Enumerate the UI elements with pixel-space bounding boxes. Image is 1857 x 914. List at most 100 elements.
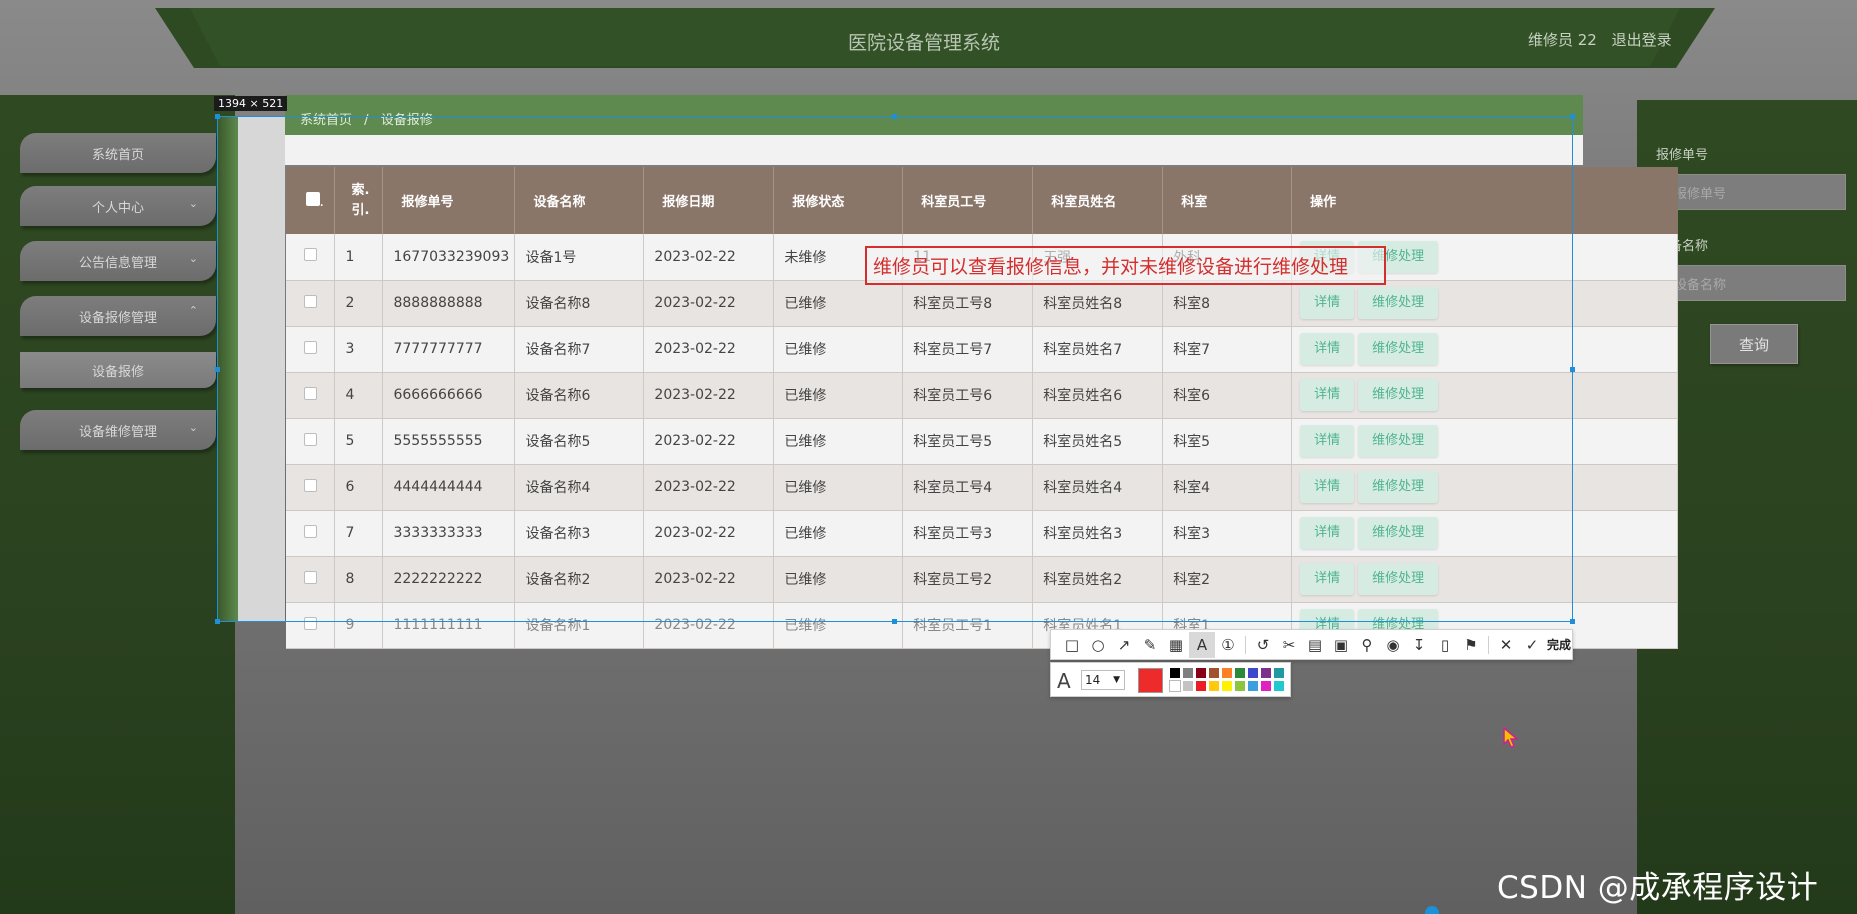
logout-link[interactable]: 退出登录 bbox=[1612, 31, 1672, 49]
resize-handle[interactable] bbox=[215, 114, 220, 119]
current-color-swatch[interactable] bbox=[1138, 668, 1163, 693]
detail-button[interactable]: 详情 bbox=[1300, 517, 1355, 549]
color-swatch[interactable] bbox=[1221, 680, 1233, 692]
sidebar-item-home[interactable]: 系统首页 bbox=[20, 133, 216, 173]
row-checkbox[interactable] bbox=[304, 248, 317, 262]
color-swatch[interactable] bbox=[1182, 680, 1194, 692]
close-icon[interactable]: ✕ bbox=[1493, 632, 1519, 658]
cell-select bbox=[286, 602, 336, 649]
cell-repair-date: 2023-02-22 bbox=[643, 234, 775, 281]
color-swatch[interactable] bbox=[1247, 680, 1259, 692]
select-all-header[interactable]: . bbox=[286, 167, 336, 234]
color-swatch[interactable] bbox=[1195, 680, 1207, 692]
resize-handle[interactable] bbox=[1570, 114, 1575, 119]
cell-staff-name: 科室员姓名5 bbox=[1032, 418, 1164, 465]
resize-handle[interactable] bbox=[892, 114, 897, 119]
row-checkbox[interactable] bbox=[304, 616, 317, 630]
sidebar-item-device-repair[interactable]: 设备报修 bbox=[20, 352, 216, 388]
resize-handle[interactable] bbox=[215, 367, 220, 372]
breadcrumb-home[interactable]: 系统首页 bbox=[300, 113, 352, 128]
record-icon[interactable]: ◉ bbox=[1380, 632, 1406, 658]
color-swatch[interactable] bbox=[1208, 667, 1220, 679]
sidebar-item-label: 个人中心 bbox=[91, 200, 144, 216]
repair-process-button[interactable]: 维修处理 bbox=[1358, 471, 1439, 503]
color-swatch[interactable] bbox=[1169, 667, 1181, 679]
detail-button[interactable]: 详情 bbox=[1300, 379, 1355, 411]
sidebar-item-maintenance-management[interactable]: 设备维修管理 ⌄ bbox=[20, 410, 216, 450]
detail-button[interactable]: 详情 bbox=[1300, 333, 1355, 365]
sidebar-item-repair-management[interactable]: 设备报修管理 ⌃ bbox=[20, 296, 216, 336]
mosaic-tool-icon[interactable]: ▦ bbox=[1163, 632, 1189, 658]
cell-index: 7 bbox=[334, 510, 384, 557]
font-size-select[interactable]: 14 ▼ bbox=[1081, 670, 1125, 690]
arrow-tool-icon[interactable]: ↗ bbox=[1111, 632, 1137, 658]
row-checkbox[interactable] bbox=[304, 432, 317, 446]
pen-tool-icon[interactable]: ✎ bbox=[1137, 632, 1163, 658]
text-tool-icon[interactable]: A bbox=[1189, 631, 1215, 658]
device-name-input[interactable]: 设备名称 bbox=[1659, 265, 1846, 301]
number-marker-icon[interactable]: ① bbox=[1215, 632, 1241, 658]
cell-staff-name: 科室员姓名7 bbox=[1032, 326, 1164, 373]
cut-icon[interactable]: ✂ bbox=[1276, 632, 1302, 658]
sidebar-item-personal-center[interactable]: 个人中心 ⌄ bbox=[20, 186, 216, 226]
resize-handle[interactable] bbox=[892, 619, 897, 624]
color-swatch[interactable] bbox=[1260, 680, 1272, 692]
bookmark-icon[interactable]: ⚑ bbox=[1458, 632, 1484, 658]
user-info: 维修员 22 退出登录 bbox=[1528, 29, 1682, 50]
query-button[interactable]: 查询 bbox=[1710, 324, 1798, 364]
repair-no-input[interactable]: 报修单号 bbox=[1659, 174, 1846, 210]
column-header-staff-id: 科室员工号 bbox=[902, 167, 1034, 234]
color-swatch[interactable] bbox=[1234, 680, 1246, 692]
cell-repair-date: 2023-02-22 bbox=[643, 510, 775, 557]
resize-handle[interactable] bbox=[1570, 367, 1575, 372]
phone-icon[interactable]: ▯ bbox=[1432, 632, 1458, 658]
color-swatch[interactable] bbox=[1273, 680, 1285, 692]
row-checkbox[interactable] bbox=[304, 478, 317, 492]
row-checkbox[interactable] bbox=[304, 570, 317, 584]
detail-button[interactable]: 详情 bbox=[1300, 425, 1355, 457]
color-swatch[interactable] bbox=[1234, 667, 1246, 679]
color-swatch[interactable] bbox=[1195, 667, 1207, 679]
repair-process-button[interactable]: 维修处理 bbox=[1358, 563, 1439, 595]
rectangle-tool-icon[interactable]: □ bbox=[1059, 632, 1085, 658]
color-swatch[interactable] bbox=[1221, 667, 1233, 679]
ocr-icon[interactable]: ▤ bbox=[1302, 632, 1328, 658]
done-button[interactable]: 完成 bbox=[1547, 636, 1571, 653]
cell-staff-id: 科室员工号7 bbox=[902, 326, 1034, 373]
color-swatch[interactable] bbox=[1182, 667, 1194, 679]
cell-select bbox=[286, 280, 336, 327]
color-swatch[interactable] bbox=[1260, 667, 1272, 679]
color-swatch[interactable] bbox=[1169, 680, 1181, 692]
color-swatch[interactable] bbox=[1208, 680, 1220, 692]
repair-process-button[interactable]: 维修处理 bbox=[1358, 379, 1439, 411]
resize-handle[interactable] bbox=[1570, 619, 1575, 624]
row-checkbox[interactable] bbox=[304, 340, 317, 354]
cell-repair-status: 已维修 bbox=[773, 372, 904, 419]
download-icon[interactable]: ↧ bbox=[1406, 632, 1432, 658]
color-swatch[interactable] bbox=[1273, 667, 1285, 679]
row-checkbox[interactable] bbox=[304, 294, 317, 308]
repair-process-button[interactable]: 维修处理 bbox=[1358, 333, 1439, 365]
sidebar-item-notice-management[interactable]: 公告信息管理 ⌄ bbox=[20, 241, 216, 281]
cell-select bbox=[286, 234, 336, 281]
cell-department: 科室4 bbox=[1162, 464, 1293, 511]
ellipse-tool-icon[interactable]: ○ bbox=[1085, 632, 1111, 658]
row-checkbox[interactable] bbox=[304, 386, 317, 400]
pin-icon[interactable]: ⚲ bbox=[1354, 632, 1380, 658]
resize-handle[interactable] bbox=[215, 619, 220, 624]
detail-button[interactable]: 详情 bbox=[1300, 287, 1355, 319]
repair-process-button[interactable]: 维修处理 bbox=[1358, 517, 1439, 549]
repair-process-button[interactable]: 维修处理 bbox=[1358, 287, 1439, 319]
color-swatch[interactable] bbox=[1247, 667, 1259, 679]
row-checkbox[interactable] bbox=[304, 524, 317, 538]
translate-icon[interactable]: ▣ bbox=[1328, 632, 1354, 658]
chevron-up-icon: ⌃ bbox=[188, 304, 198, 317]
column-header-repair-no: 报修单号 bbox=[382, 167, 516, 234]
check-icon[interactable]: ✓ bbox=[1519, 632, 1545, 658]
detail-button[interactable]: 详情 bbox=[1300, 471, 1355, 503]
undo-icon[interactable]: ↺ bbox=[1250, 632, 1276, 658]
repair-process-button[interactable]: 维修处理 bbox=[1358, 425, 1439, 457]
cell-repair-date: 2023-02-22 bbox=[643, 280, 775, 327]
detail-button[interactable]: 详情 bbox=[1300, 563, 1355, 595]
select-all-checkbox[interactable] bbox=[306, 191, 320, 206]
